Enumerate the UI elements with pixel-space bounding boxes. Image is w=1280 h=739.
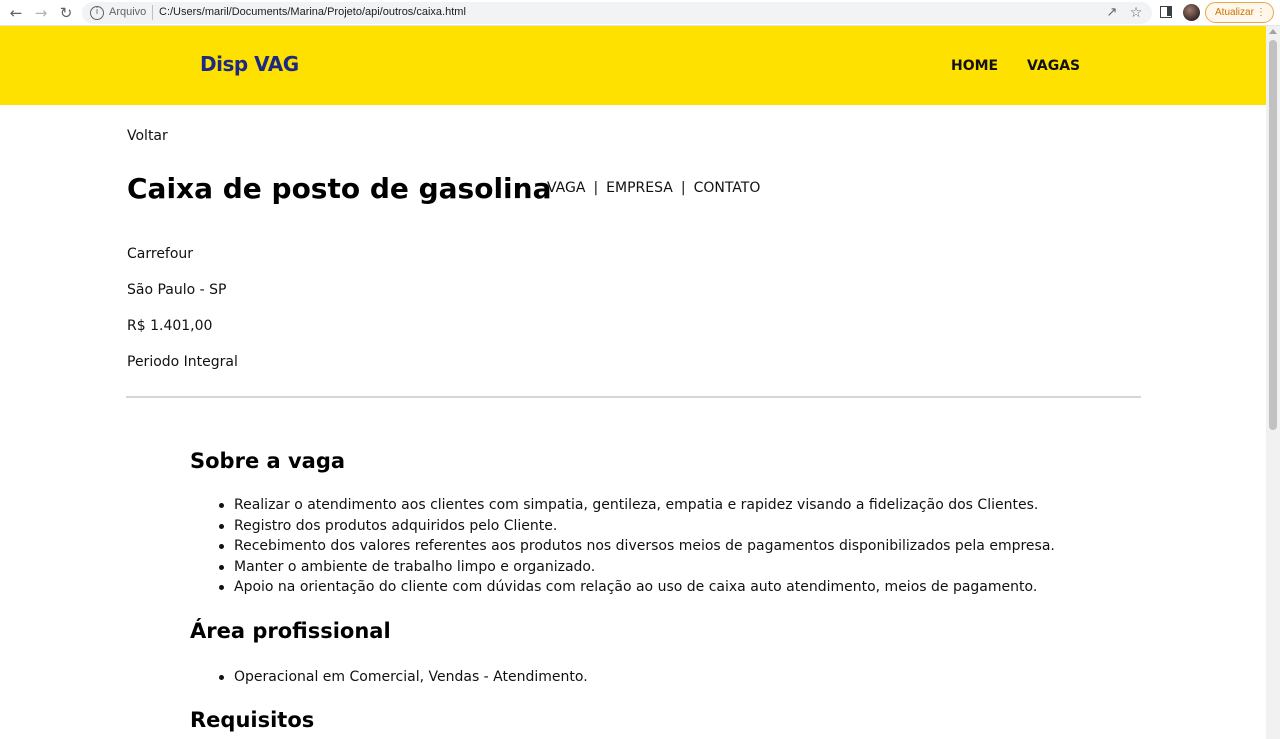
list-item: Registro dos produtos adquiridos pelo Cl…	[219, 516, 1055, 537]
share-icon[interactable]: ↗	[1102, 3, 1122, 23]
section-title-requisitos: Requisitos	[190, 708, 315, 732]
section-title-sobre: Sobre a vaga	[190, 449, 346, 473]
reload-icon[interactable]: ↻	[56, 3, 76, 23]
scroll-up-icon[interactable]	[1269, 29, 1277, 34]
subnav-empresa[interactable]: EMPRESA	[606, 180, 673, 196]
browser-toolbar: ← → ↻ i Arquivo C:/Users/maril/Documents…	[0, 0, 1280, 26]
address-bar[interactable]: i Arquivo C:/Users/maril/Documents/Marin…	[82, 2, 1152, 24]
job-salary: R$ 1.401,00	[127, 318, 213, 334]
more-icon: ⋮	[1256, 7, 1266, 18]
avatar[interactable]	[1183, 4, 1200, 21]
list-item: Apoio na orientação do cliente com dúvid…	[219, 577, 1055, 598]
site-logo[interactable]: Disp VAG	[200, 52, 299, 76]
side-panel-icon[interactable]	[1160, 6, 1172, 18]
list-item: Operacional em Comercial, Vendas - Atend…	[219, 667, 588, 688]
section-divider	[126, 396, 1141, 398]
file-scheme-label: Arquivo	[109, 6, 147, 18]
job-location: São Paulo - SP	[127, 282, 227, 298]
subnav-contato[interactable]: CONTATO	[694, 180, 761, 196]
back-link[interactable]: Voltar	[127, 128, 168, 144]
scroll-thumb[interactable]	[1269, 40, 1277, 430]
url-text[interactable]: C:/Users/maril/Documents/Marina/Projeto/…	[159, 6, 466, 18]
list-item: Manter o ambiente de trabalho limpo e or…	[219, 557, 1055, 578]
list-item: Realizar o atendimento aos clientes com …	[219, 495, 1055, 516]
page-scrollbar[interactable]	[1266, 26, 1280, 739]
back-arrow-icon[interactable]: ←	[6, 3, 26, 23]
forward-arrow-icon[interactable]: →	[31, 3, 51, 23]
section-title-area: Área profissional	[190, 619, 391, 643]
address-separator	[152, 5, 153, 20]
area-list: Operacional em Comercial, Vendas - Atend…	[219, 667, 588, 688]
site-header: Disp VAG HOME VAGAS	[0, 26, 1266, 105]
sobre-list: Realizar o atendimento aos clientes com …	[219, 495, 1055, 598]
nav-vagas[interactable]: VAGAS	[1027, 58, 1080, 74]
info-icon[interactable]: i	[90, 6, 104, 20]
subnav-separator: |	[593, 180, 599, 196]
page-title: Caixa de posto de gasolina	[127, 172, 552, 205]
star-icon[interactable]: ☆	[1126, 3, 1146, 23]
nav-home[interactable]: HOME	[951, 58, 998, 74]
subnav-vaga[interactable]: VAGA	[547, 180, 585, 196]
job-schedule: Periodo Integral	[127, 354, 238, 370]
company-name: Carrefour	[127, 246, 194, 262]
update-button[interactable]: Atualizar ⋮	[1205, 2, 1274, 23]
job-subnav: VAGA | EMPRESA | CONTATO	[547, 180, 760, 196]
update-button-label: Atualizar	[1215, 7, 1254, 18]
subnav-separator: |	[680, 180, 686, 196]
list-item: Recebimento dos valores referentes aos p…	[219, 536, 1055, 557]
